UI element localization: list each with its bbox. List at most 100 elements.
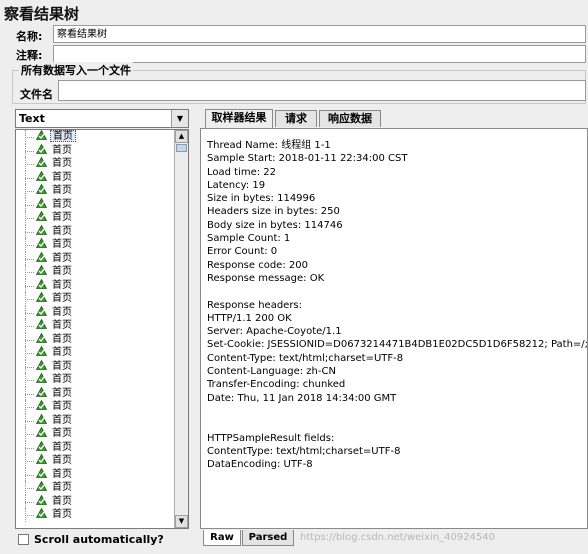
tree-item[interactable]: 首页 bbox=[16, 319, 174, 333]
tree-item[interactable]: 首页 bbox=[16, 467, 174, 482]
result-line: Response headers: bbox=[207, 299, 303, 311]
tree-item-label: 首页 bbox=[52, 198, 72, 210]
tree-item[interactable]: 首页 bbox=[16, 238, 174, 252]
tree-item-label: 首页 bbox=[52, 360, 72, 372]
tree-item-label: 首页 bbox=[52, 333, 72, 345]
tree-item[interactable]: 首页 bbox=[16, 440, 174, 455]
tab-response-data[interactable]: 响应数据 bbox=[319, 110, 381, 127]
tree-item[interactable]: 首页 bbox=[16, 508, 174, 522]
tree-item[interactable]: 首页 bbox=[16, 278, 174, 293]
success-icon bbox=[36, 332, 47, 343]
tree-item[interactable]: 首页 bbox=[16, 305, 174, 320]
result-line bbox=[207, 405, 587, 418]
success-icon bbox=[36, 251, 47, 262]
tree-item-label: 首页 bbox=[52, 428, 72, 439]
result-line: Response message: OK bbox=[207, 272, 325, 284]
scroll-automatically-label: Scroll automatically? bbox=[34, 533, 164, 546]
result-line: Sample Count: 1 bbox=[207, 233, 291, 245]
tree-item[interactable]: 首页 bbox=[16, 359, 174, 374]
sampler-result-panel: Thread Name: 线程组 1-1 Sample Start: 2018-0… bbox=[200, 128, 588, 529]
result-line: Sample Start: 2018-01-11 22:34:00 CST bbox=[207, 153, 408, 165]
success-icon bbox=[36, 238, 47, 248]
tree-item[interactable]: 首页 bbox=[16, 184, 174, 198]
result-line: Headers size in bytes: 250 bbox=[207, 206, 340, 218]
result-line: Load time: 22 bbox=[207, 166, 277, 178]
tree-item[interactable]: 首页 bbox=[16, 224, 174, 239]
tree-item-label: 首页 bbox=[52, 509, 72, 520]
result-text: Thread Name: 线程组 1-1 Sample Start: 2018-0… bbox=[207, 139, 588, 471]
tree-item[interactable]: 首页 bbox=[16, 211, 174, 225]
watermark: https://blog.csdn.net/weixin_40924540 bbox=[300, 532, 496, 543]
result-line: Error Count: 0 bbox=[207, 246, 278, 258]
tree-item-label: 首页 bbox=[52, 482, 72, 493]
result-line: Content-Language: zh-CN bbox=[207, 366, 336, 378]
success-icon bbox=[36, 130, 47, 140]
success-icon bbox=[36, 440, 47, 451]
tree-scrollbar[interactable]: ▲ ▼ bbox=[174, 130, 188, 528]
tree-item-label: 首页 bbox=[52, 212, 72, 223]
tree-item-label: 首页 bbox=[52, 347, 72, 358]
success-icon bbox=[36, 454, 47, 464]
success-icon bbox=[36, 184, 47, 194]
result-tree[interactable]: 首页 首页 首页 首页 首页 首页 首页 首页 首页 首页 首页 首页 首页 首页 首页 首页 首页 首页 首页 首页… bbox=[15, 129, 189, 529]
success-icon bbox=[36, 305, 47, 316]
tree-item[interactable]: 首页 bbox=[16, 251, 174, 266]
tree-item[interactable]: 首页 bbox=[16, 157, 174, 171]
result-line: Set-Cookie: JSESSIONID=D0673214471B4DB1E… bbox=[207, 339, 588, 351]
tree-item[interactable]: 首页 bbox=[16, 332, 174, 347]
comment-label: 注释: bbox=[16, 49, 43, 62]
scroll-up-icon[interactable]: ▲ bbox=[175, 130, 188, 143]
tree-item-label: 首页 bbox=[52, 239, 72, 250]
result-line: Latency: 19 bbox=[207, 179, 266, 191]
result-line: HTTPSampleResult fields: bbox=[207, 432, 335, 444]
tree-item[interactable]: 首页 bbox=[16, 481, 174, 495]
tree-item[interactable]: 首页 bbox=[16, 143, 174, 158]
tree-item[interactable]: 首页 bbox=[16, 346, 174, 360]
tab-parsed[interactable]: Parsed bbox=[242, 530, 294, 546]
tree-item-label: 首页 bbox=[52, 468, 72, 480]
tree-item[interactable]: 首页 bbox=[16, 400, 174, 414]
success-icon bbox=[36, 386, 47, 397]
tree-item[interactable]: 首页 bbox=[16, 197, 174, 212]
success-icon bbox=[36, 197, 47, 208]
tab-sampler-result[interactable]: 取样器结果 bbox=[205, 109, 273, 128]
scroll-thumb[interactable] bbox=[176, 144, 187, 152]
renderer-select[interactable]: Text ▼ bbox=[15, 109, 189, 128]
result-line: Date: Thu, 11 Jan 2018 14:34:00 GMT bbox=[207, 392, 397, 404]
tree-item[interactable]: 首页 bbox=[16, 494, 174, 509]
name-field[interactable]: 察看结果树 bbox=[53, 25, 586, 43]
chevron-down-icon[interactable]: ▼ bbox=[171, 110, 188, 127]
success-icon bbox=[36, 319, 47, 329]
tree-item-label: 首页 bbox=[52, 401, 72, 412]
tree-item[interactable]: 首页 bbox=[16, 413, 174, 428]
tree-item[interactable]: 首页 bbox=[16, 427, 174, 441]
tree-item-label: 首页 bbox=[52, 158, 72, 169]
result-line bbox=[207, 285, 587, 298]
tree-item[interactable]: 首页 bbox=[16, 373, 174, 387]
result-line: DataEncoding: UTF-8 bbox=[207, 459, 313, 471]
tab-request[interactable]: 请求 bbox=[275, 110, 317, 127]
renderer-value: Text bbox=[19, 112, 45, 125]
comment-field[interactable] bbox=[53, 45, 586, 63]
success-icon bbox=[36, 508, 47, 518]
success-icon bbox=[36, 467, 47, 478]
success-icon bbox=[36, 143, 47, 154]
result-line: Content-Type: text/html;charset=UTF-8 bbox=[207, 352, 404, 364]
success-icon bbox=[36, 211, 47, 221]
filename-field[interactable] bbox=[58, 80, 586, 101]
result-line: Server: Apache-Coyote/1.1 bbox=[207, 326, 342, 338]
tree-item[interactable]: 首页 bbox=[16, 386, 174, 401]
tree-item[interactable]: 首页 bbox=[16, 170, 174, 185]
success-icon bbox=[36, 481, 47, 491]
tree-item[interactable]: 首页 bbox=[16, 130, 174, 144]
tree-item[interactable]: 首页 bbox=[16, 454, 174, 468]
success-icon bbox=[36, 224, 47, 235]
tree-item[interactable]: 首页 bbox=[16, 292, 174, 306]
tab-raw[interactable]: Raw bbox=[203, 530, 241, 546]
scroll-automatically-checkbox[interactable]: Scroll automatically? bbox=[18, 533, 164, 546]
tree-item-label: 首页 bbox=[52, 455, 72, 466]
checkbox-box[interactable] bbox=[18, 534, 29, 545]
tree-item-label: 首页 bbox=[50, 130, 76, 142]
scroll-down-icon[interactable]: ▼ bbox=[175, 515, 188, 528]
tree-item[interactable]: 首页 bbox=[16, 265, 174, 279]
